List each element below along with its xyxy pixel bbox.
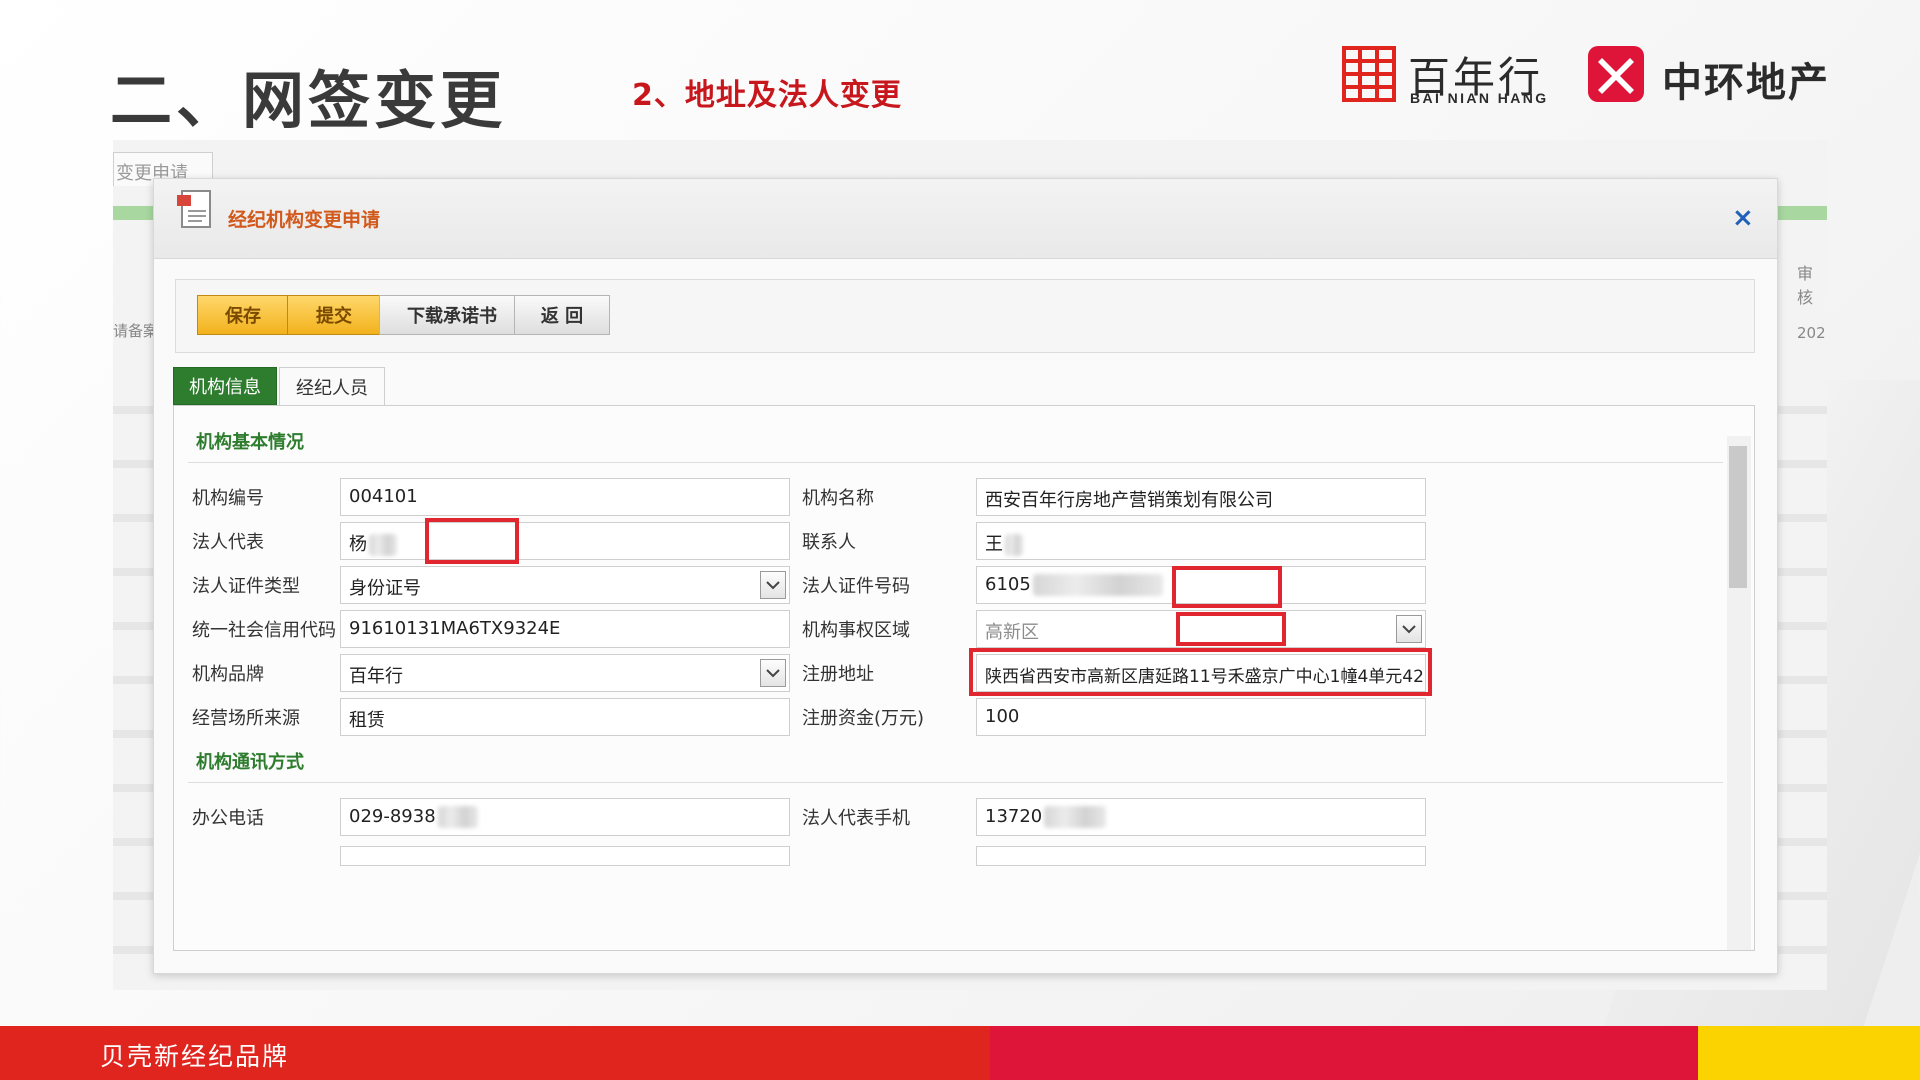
zhonghuan-name: 中环地产 xyxy=(1662,60,1830,106)
chevron-down-icon[interactable] xyxy=(1396,615,1422,643)
bainianhang-grid-icon xyxy=(1342,46,1396,102)
page-title: 二、网签变更 xyxy=(110,64,507,137)
org-name-field[interactable]: 西安百年行房地产营销策划有限公司 xyxy=(976,478,1426,516)
brand-select[interactable]: 百年行 xyxy=(340,654,790,692)
contact-value: 王 xyxy=(985,534,1003,555)
section-title-basic: 机构基本情况 xyxy=(196,432,304,453)
legal-rep-value: 杨 xyxy=(349,534,367,555)
download-commitment-button[interactable]: 下载承诺书 xyxy=(379,295,525,335)
background-table-rows xyxy=(113,360,158,960)
legal-mobile-value: 13720 xyxy=(985,806,1043,827)
highlight-legal-rep xyxy=(425,518,519,564)
background-table-rows-right xyxy=(1778,360,1827,960)
background-header-bar xyxy=(113,206,158,220)
back-button[interactable]: 返 回 xyxy=(514,295,610,335)
section-divider xyxy=(188,782,1723,783)
dialog-header: 经纪机构变更申请 × xyxy=(154,179,1777,259)
chevron-down-icon[interactable] xyxy=(760,571,786,599)
contact-field[interactable]: 王 xyxy=(976,522,1426,560)
highlight-district xyxy=(1176,612,1286,646)
id-type-value: 身份证号 xyxy=(349,578,421,599)
background-cell-text: 请备案 xyxy=(113,322,159,340)
tab-org-info[interactable]: 机构信息 xyxy=(173,367,277,405)
highlight-id-no xyxy=(1172,566,1282,608)
background-header-bar-right xyxy=(1778,206,1827,220)
bainianhang-logo: 百年行 BAI NIAN HANG xyxy=(1342,46,1556,108)
section-divider xyxy=(188,462,1723,463)
venue-field[interactable]: 租赁 xyxy=(340,698,790,736)
brand-label: 机构品牌 xyxy=(192,664,264,685)
org-code-field[interactable]: 004101 xyxy=(340,478,790,516)
submit-button[interactable]: 提交 xyxy=(287,295,381,335)
credit-code-label: 统一社会信用代码 xyxy=(192,620,336,641)
document-icon xyxy=(177,190,211,228)
bainianhang-en-name: BAI NIAN HANG xyxy=(1410,90,1549,106)
chevron-down-icon[interactable] xyxy=(760,659,786,687)
district-label: 机构事权区域 xyxy=(802,620,910,641)
zhonghuan-logo: 中环地产 xyxy=(1588,46,1858,106)
background-cell-value: 202 xyxy=(1797,324,1826,342)
dialog-toolbar: 保存 提交 下载承诺书 返 回 xyxy=(175,279,1755,353)
save-button[interactable]: 保存 xyxy=(197,295,289,335)
redacted-blur xyxy=(1005,534,1023,556)
zhonghuan-mark-icon xyxy=(1588,46,1644,102)
venue-label: 经营场所来源 xyxy=(192,708,300,729)
district-value: 高新区 xyxy=(985,622,1039,643)
redacted-blur xyxy=(437,806,478,828)
next-row-field[interactable] xyxy=(340,846,790,866)
redacted-blur xyxy=(369,534,397,556)
legal-mobile-label: 法人代表手机 xyxy=(802,808,910,829)
redacted-blur xyxy=(1044,806,1107,828)
tab-agents[interactable]: 经纪人员 xyxy=(279,367,385,405)
highlight-address xyxy=(969,648,1432,696)
dialog-title: 经纪机构变更申请 xyxy=(228,209,381,231)
office-phone-label: 办公电话 xyxy=(192,808,264,829)
id-no-label: 法人证件号码 xyxy=(802,576,910,597)
credit-code-field[interactable]: 91610131MA6TX9324E xyxy=(340,610,790,648)
close-icon[interactable]: × xyxy=(1732,203,1754,233)
capital-label: 注册资金(万元) xyxy=(802,708,925,729)
app-screenshot: 变更申请 请备案 审核 202 经纪机构变更申请 × 保存 提交 下载承诺书 返… xyxy=(113,140,1827,990)
id-type-select[interactable]: 身份证号 xyxy=(340,566,790,604)
capital-field[interactable]: 100 xyxy=(976,698,1426,736)
footer-bar-crimson xyxy=(990,1026,1698,1080)
org-name-label: 机构名称 xyxy=(802,488,874,509)
footer-brand-text: 贝壳新经纪品牌 xyxy=(100,1042,290,1071)
change-application-dialog: 经纪机构变更申请 × 保存 提交 下载承诺书 返 回 机构信息 经纪人员 机构基… xyxy=(153,178,1778,974)
background-column-header: 审核 xyxy=(1797,264,1814,307)
section-title-contact: 机构通讯方式 xyxy=(196,752,304,773)
footer-bar-yellow xyxy=(1698,1026,1920,1080)
redacted-blur xyxy=(1032,574,1163,596)
page-subtitle: 2、地址及法人变更 xyxy=(632,78,902,113)
org-code-label: 机构编号 xyxy=(192,488,264,509)
next-row-field-right[interactable] xyxy=(976,846,1426,866)
legal-rep-field[interactable]: 杨 xyxy=(340,522,790,560)
org-info-panel: 机构基本情况 机构编号 004101 机构名称 西安百年行房地产营销策划有限公司… xyxy=(173,405,1755,951)
contact-label: 联系人 xyxy=(802,532,856,553)
address-label: 注册地址 xyxy=(802,664,874,685)
office-phone-value: 029-8938 xyxy=(349,806,436,827)
scrollbar-thumb[interactable] xyxy=(1729,446,1747,588)
office-phone-field[interactable]: 029-8938 xyxy=(340,798,790,836)
legal-rep-label: 法人代表 xyxy=(192,532,264,553)
legal-mobile-field[interactable]: 13720 xyxy=(976,798,1426,836)
id-type-label: 法人证件类型 xyxy=(192,576,300,597)
id-no-value: 6105 xyxy=(985,574,1031,595)
brand-value: 百年行 xyxy=(349,666,403,687)
